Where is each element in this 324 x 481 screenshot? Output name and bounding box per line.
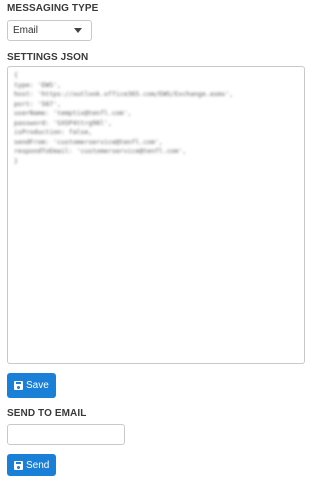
floppy-disk-icon bbox=[14, 381, 23, 390]
messaging-type-value: Email bbox=[13, 25, 39, 36]
settings-json-label: SETTINGS JSON bbox=[7, 52, 89, 63]
save-button-label: Save bbox=[26, 380, 49, 391]
json-line: respondToEmail: 'customerservice@tenfl.c… bbox=[14, 147, 187, 155]
settings-json-textarea[interactable]: { type: 'EWS', host: 'https://outlook.of… bbox=[7, 66, 305, 364]
json-line: isProduction: false, bbox=[14, 128, 93, 136]
send-to-email-label: SEND TO EMAIL bbox=[7, 408, 87, 419]
json-line: host: 'https://outlook.office365.com/EWS… bbox=[14, 90, 234, 98]
send-to-email-input[interactable] bbox=[7, 424, 125, 445]
chevron-down-icon bbox=[74, 28, 82, 33]
json-line: password: 'SXSP4ttrg98l', bbox=[14, 118, 112, 127]
send-button-label: Send bbox=[26, 459, 50, 471]
floppy-disk-icon bbox=[14, 460, 23, 470]
save-button[interactable]: Save bbox=[7, 373, 56, 398]
json-line: } bbox=[14, 156, 18, 165]
messaging-type-label: MESSAGING TYPE bbox=[7, 3, 99, 14]
json-line: userName: 'temptix@tenfl.com', bbox=[14, 109, 132, 117]
json-line: sendFrom: 'customerservice@tenfl.com', bbox=[14, 137, 163, 146]
json-line: port: '587', bbox=[14, 99, 61, 108]
messaging-type-select[interactable]: Email bbox=[7, 20, 92, 41]
json-line: type: 'EWS', bbox=[14, 80, 61, 89]
send-button[interactable]: Send bbox=[7, 454, 57, 476]
json-line: { bbox=[14, 71, 18, 79]
